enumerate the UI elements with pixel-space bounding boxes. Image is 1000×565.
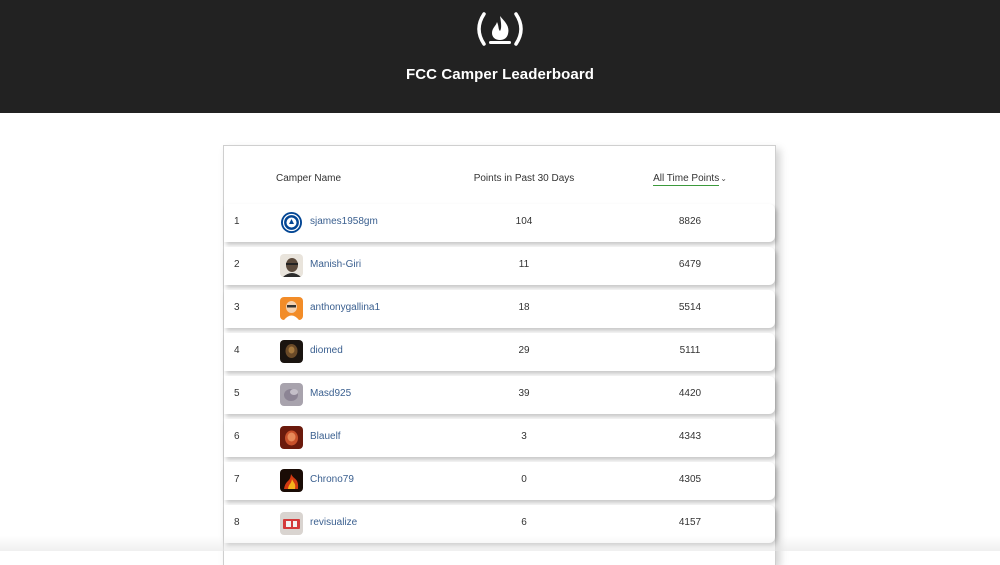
- chevron-down-icon: ⌄: [720, 174, 727, 183]
- alltime-points-cell: 4305: [678, 474, 702, 485]
- column-header-camper-name: Camper Name: [276, 173, 342, 184]
- rank-cell: 8: [234, 517, 240, 528]
- column-header-alltime-points[interactable]: All Time Points⌄: [652, 173, 728, 186]
- alltime-points-cell: 4420: [678, 388, 702, 399]
- rank-cell: 7: [234, 474, 240, 485]
- camper-username-link[interactable]: anthonygallina1: [310, 302, 380, 313]
- chelsea-crest-icon: [280, 211, 303, 234]
- recent-points-cell: 39: [518, 388, 530, 399]
- page-title: FCC Camper Leaderboard: [405, 66, 595, 83]
- recent-points-cell: 3: [521, 431, 527, 442]
- freecodecamp-flame-icon[interactable]: [472, 10, 528, 48]
- table-row: 1 sjames1958gm 104 8826: [224, 204, 775, 242]
- table-row: 8 revisualize 6 4157: [224, 505, 775, 543]
- table-row: 4 diomed 29 5111: [224, 333, 775, 371]
- alltime-points-cell: 4157: [678, 517, 702, 528]
- recent-points-cell: 29: [518, 345, 530, 356]
- rank-cell: 5: [234, 388, 240, 399]
- camper-username-link[interactable]: Blauelf: [310, 431, 341, 442]
- camper-username-link[interactable]: Chrono79: [310, 474, 354, 485]
- rank-cell: 2: [234, 259, 240, 270]
- camper-username-link[interactable]: diomed: [310, 345, 343, 356]
- recent-points-cell: 6: [521, 517, 527, 528]
- user-avatar: [280, 512, 303, 535]
- recent-points-cell: 104: [515, 216, 533, 227]
- camper-username-link[interactable]: Masd925: [310, 388, 351, 399]
- table-row: 7 Chrono79 0 4305: [224, 462, 775, 500]
- user-avatar: [280, 254, 303, 277]
- alltime-points-cell: 4343: [678, 431, 702, 442]
- user-avatar: [280, 469, 303, 492]
- camper-username-link[interactable]: revisualize: [310, 517, 357, 528]
- user-avatar: [280, 426, 303, 449]
- rank-cell: 3: [234, 302, 240, 313]
- camper-username-link[interactable]: Manish-Giri: [310, 259, 361, 270]
- alltime-points-cell: 6479: [678, 259, 702, 270]
- user-avatar: [280, 297, 303, 320]
- alltime-points-cell: 5111: [679, 345, 701, 356]
- recent-points-cell: 0: [521, 474, 527, 485]
- column-header-recent-points[interactable]: Points in Past 30 Days: [472, 173, 576, 184]
- recent-points-cell: 18: [518, 302, 530, 313]
- user-avatar: [280, 340, 303, 363]
- rank-cell: 6: [234, 431, 240, 442]
- user-avatar: [280, 383, 303, 406]
- table-row: 5 Masd925 39 4420: [224, 376, 775, 414]
- alltime-points-cell: 5514: [678, 302, 702, 313]
- rank-cell: 4: [234, 345, 240, 356]
- recent-points-cell: 11: [518, 259, 530, 270]
- alltime-points-cell: 8826: [678, 216, 702, 227]
- camper-username-link[interactable]: sjames1958gm: [310, 216, 378, 227]
- column-header-alltime-label[interactable]: All Time Points: [653, 173, 720, 186]
- app-header: FCC Camper Leaderboard: [0, 0, 1000, 113]
- table-row: 2 Manish-Giri 11 6479: [224, 247, 775, 285]
- table-row: 6 Blauelf 3 4343: [224, 419, 775, 457]
- leaderboard-table: Camper Name Points in Past 30 Days All T…: [223, 145, 776, 565]
- rank-cell: 1: [234, 216, 240, 227]
- table-row: 3 anthonygallina1 18 5514: [224, 290, 775, 328]
